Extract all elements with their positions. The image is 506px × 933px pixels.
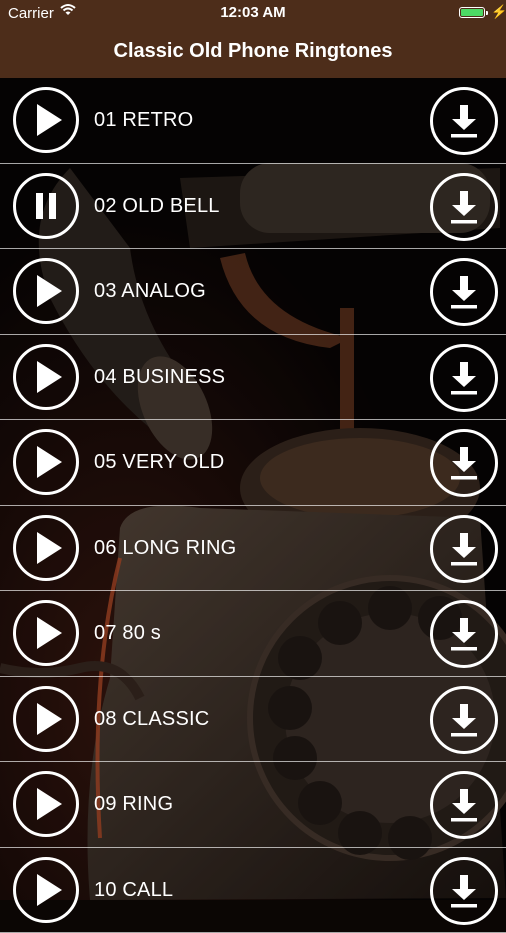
play-button[interactable] <box>13 600 79 666</box>
page-title: Classic Old Phone Ringtones <box>0 40 506 63</box>
ringtone-title: 03 ANALOG <box>94 280 206 303</box>
play-button[interactable] <box>13 771 79 837</box>
ringtone-row: 02 OLD BELL <box>0 164 506 250</box>
download-button[interactable] <box>430 771 498 839</box>
download-button[interactable] <box>430 173 498 241</box>
ringtone-row: 10 CALL <box>0 848 506 933</box>
download-button[interactable] <box>430 515 498 583</box>
battery-icon <box>459 7 485 18</box>
play-button[interactable] <box>13 429 79 495</box>
ringtone-title: 09 RING <box>94 793 173 816</box>
ringtone-title: 02 OLD BELL <box>94 195 220 218</box>
pause-button[interactable] <box>13 173 79 239</box>
ringtone-row: 06 LONG RING <box>0 506 506 592</box>
ringtone-row: 07 80 s <box>0 591 506 677</box>
play-button[interactable] <box>13 258 79 324</box>
ringtone-title: 08 CLASSIC <box>94 708 209 731</box>
status-bar: Carrier 12:03 AM ⚡ <box>0 0 506 26</box>
download-button[interactable] <box>430 600 498 668</box>
ringtone-row: 09 RING <box>0 762 506 848</box>
app-header: Carrier 12:03 AM ⚡ Classic Old Phone Rin… <box>0 0 506 78</box>
download-button[interactable] <box>430 258 498 326</box>
play-button[interactable] <box>13 344 79 410</box>
download-button[interactable] <box>430 686 498 754</box>
charging-bolt-icon: ⚡ <box>491 4 506 20</box>
status-time: 12:03 AM <box>0 4 506 21</box>
ringtone-title: 06 LONG RING <box>94 537 236 560</box>
download-button[interactable] <box>430 429 498 497</box>
play-button[interactable] <box>13 87 79 153</box>
download-button[interactable] <box>430 87 498 155</box>
ringtone-row: 04 BUSINESS <box>0 335 506 421</box>
play-button[interactable] <box>13 686 79 752</box>
ringtone-row: 03 ANALOG <box>0 249 506 335</box>
ringtone-row: 01 RETRO <box>0 78 506 164</box>
ringtone-title: 01 RETRO <box>94 109 193 132</box>
download-button[interactable] <box>430 344 498 412</box>
ringtone-row: 05 VERY OLD <box>0 420 506 506</box>
download-button[interactable] <box>430 857 498 925</box>
play-button[interactable] <box>13 857 79 923</box>
ringtone-title: 04 BUSINESS <box>94 366 225 389</box>
ringtone-title: 10 CALL <box>94 879 173 902</box>
ringtone-list: 01 RETRO 02 OLD BELL 03 ANALOG 04 BUSINE… <box>0 78 506 933</box>
ringtone-row: 08 CLASSIC <box>0 677 506 763</box>
play-button[interactable] <box>13 515 79 581</box>
ringtone-title: 05 VERY OLD <box>94 451 224 474</box>
ringtone-title: 07 80 s <box>94 622 161 645</box>
